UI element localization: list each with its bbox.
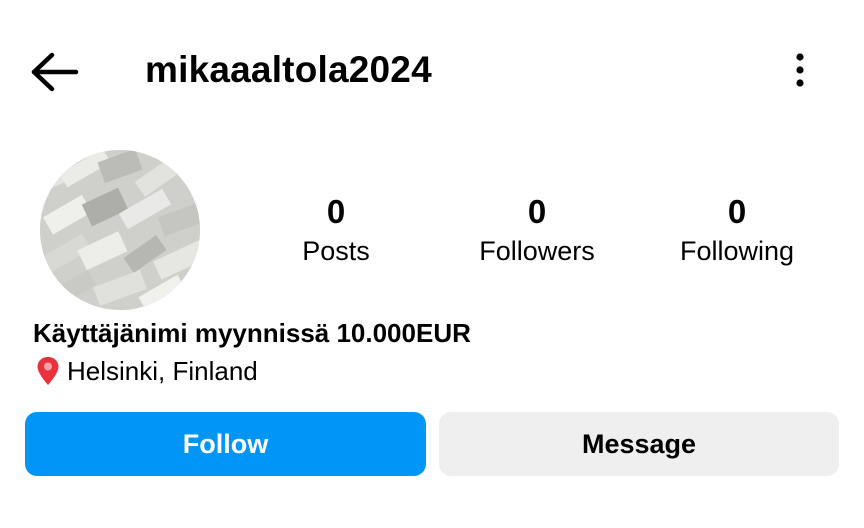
profile-username: mikaaaltola2024 <box>145 49 432 90</box>
following-stat[interactable]: 0 Following <box>647 192 827 268</box>
followers-label: Followers <box>479 236 595 266</box>
followers-count: 0 <box>527 193 547 230</box>
more-options-button[interactable] <box>780 48 820 96</box>
followers-stat[interactable]: 0 Followers <box>447 192 627 268</box>
bio-location: Helsinki, Finland <box>33 354 258 388</box>
profile-avatar[interactable] <box>40 150 200 310</box>
top-bar: mikaaaltola2024 <box>0 0 864 140</box>
arrow-left-icon <box>31 52 79 92</box>
message-button[interactable]: Message <box>439 412 839 476</box>
follow-button[interactable]: Follow <box>25 412 426 476</box>
pin-icon <box>33 354 63 388</box>
message-button-label: Message <box>581 428 697 459</box>
posts-label: Posts <box>302 236 370 266</box>
more-vertical-icon <box>796 53 804 87</box>
back-button[interactable] <box>28 48 84 96</box>
follow-button-label: Follow <box>182 428 269 459</box>
avatar-image <box>40 150 200 310</box>
bio-name: Käyttäjänimi myynnissä 10.000EUR <box>33 318 471 348</box>
posts-count: 0 <box>326 193 346 230</box>
location-text: Helsinki, Finland <box>67 356 258 386</box>
following-count: 0 <box>727 193 747 230</box>
following-label: Following <box>679 236 795 266</box>
posts-stat[interactable]: 0 Posts <box>246 192 426 268</box>
